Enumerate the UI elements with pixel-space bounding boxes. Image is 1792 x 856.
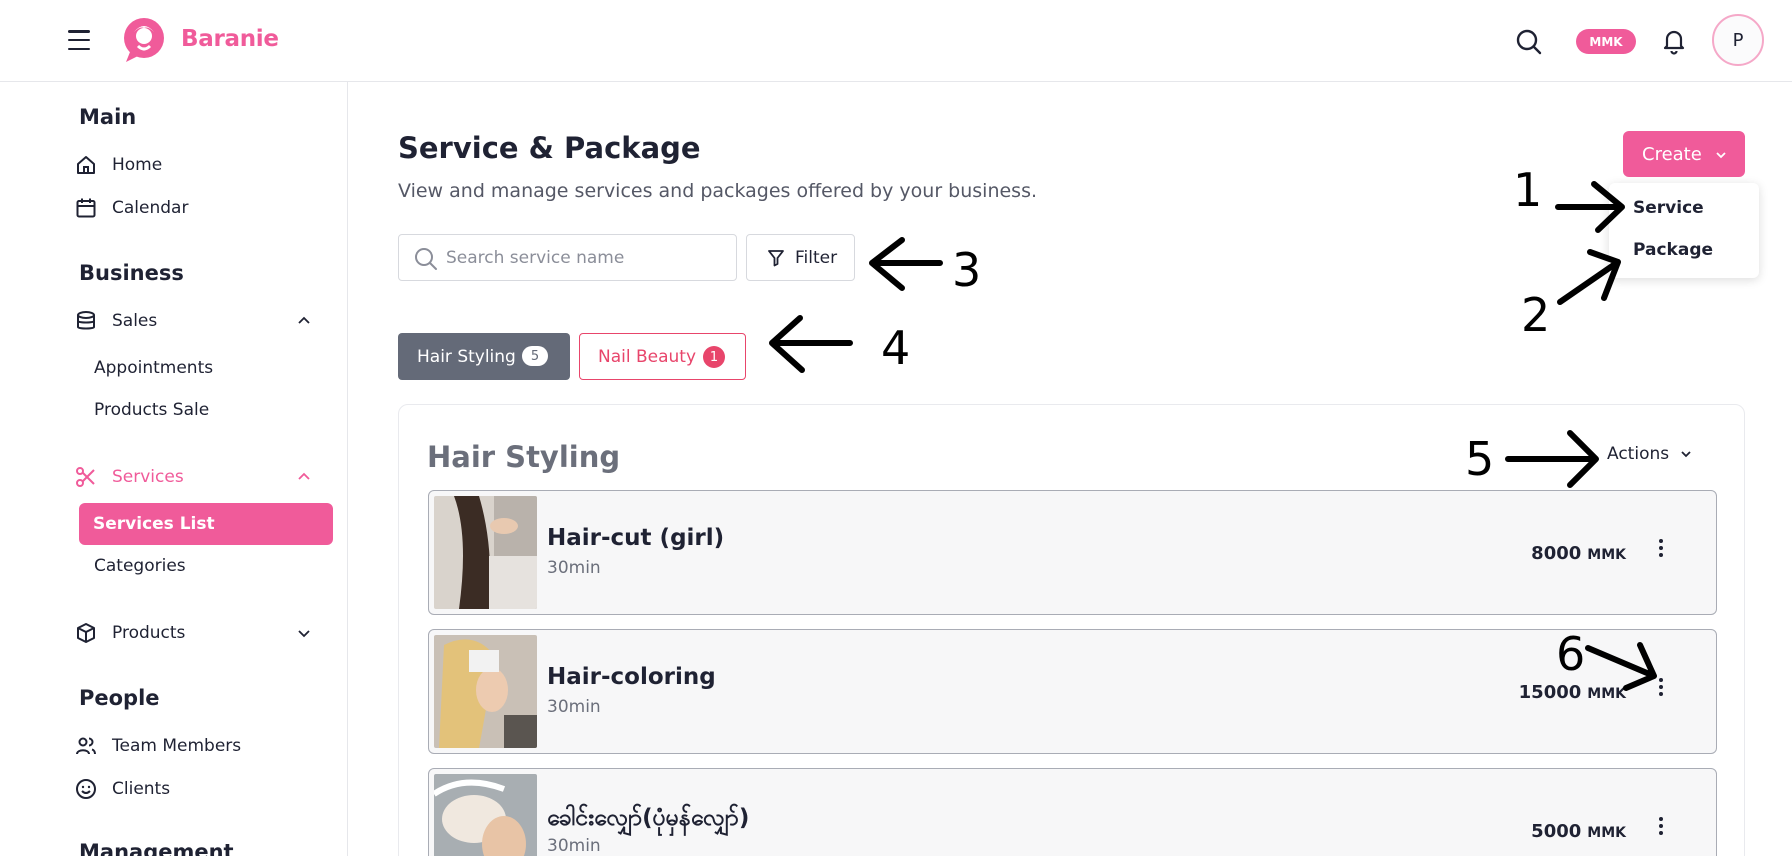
tab-nail-beauty[interactable]: Nail Beauty 1: [579, 333, 746, 380]
service-duration: 30min: [547, 558, 601, 578]
arrow-3: [869, 237, 943, 291]
brand-logo-icon: [124, 18, 164, 62]
annotation-number-2: 2: [1521, 288, 1551, 342]
filter-label: Filter: [795, 247, 838, 268]
chevron-down-icon: [1716, 152, 1726, 159]
service-row[interactable]: Hair-coloring 30min 15000 MMK: [428, 629, 1717, 754]
search-input[interactable]: [446, 245, 726, 271]
sidebar-item-products[interactable]: Products: [74, 618, 310, 648]
service-price: 5000 MMK: [1531, 821, 1626, 842]
search-icon: [415, 248, 437, 270]
avatar[interactable]: P: [1712, 14, 1764, 66]
brand-name: Baranie: [181, 26, 279, 52]
annotation-number-6: 6: [1556, 627, 1586, 681]
price-currency: MMK: [1587, 825, 1626, 841]
sidebar-item-label: Services: [112, 467, 184, 487]
more-options-icon[interactable]: [1654, 536, 1668, 560]
sidebar-section-business: Business: [79, 261, 184, 285]
sidebar-item-categories[interactable]: Categories: [94, 551, 186, 581]
more-options-icon[interactable]: [1654, 675, 1668, 699]
tab-label: Nail Beauty: [598, 346, 697, 367]
service-thumbnail: [434, 635, 537, 748]
service-thumbnail: [434, 774, 537, 856]
sidebar-section-main: Main: [79, 105, 137, 129]
tab-hair-styling[interactable]: Hair Styling 5: [398, 333, 570, 380]
sidebar-item-products-sale[interactable]: Products Sale: [94, 395, 209, 425]
service-row[interactable]: ခေါင်းလျှော်(ပုံမှန်လျှော်) 30min 5000 M…: [428, 768, 1717, 856]
smile-icon: [74, 777, 98, 801]
sidebar-item-sales[interactable]: Sales: [74, 306, 310, 336]
chevron-up-icon: [298, 316, 310, 324]
count-badge: 1: [703, 346, 725, 368]
sidebar-item-label: Calendar: [112, 198, 189, 218]
service-name: ခေါင်းလျှော်(ပုံမှန်လျှော်): [547, 805, 750, 831]
scissors-icon: [74, 465, 98, 489]
menu-item-service[interactable]: Service: [1633, 198, 1704, 218]
arrow-4: [769, 315, 853, 373]
create-button[interactable]: Create: [1623, 131, 1745, 177]
menu-item-package[interactable]: Package: [1633, 240, 1713, 260]
service-name: Hair-coloring: [547, 664, 716, 690]
price-currency: MMK: [1587, 686, 1626, 702]
sidebar-item-label: Clients: [112, 779, 171, 799]
service-price: 15000 MMK: [1519, 682, 1626, 703]
sidebar-item-label: Home: [112, 155, 163, 175]
users-icon: [74, 734, 98, 758]
sidebar-item-label: Products: [112, 623, 186, 643]
page-title: Service & Package: [398, 131, 701, 165]
filter-button[interactable]: Filter: [746, 234, 855, 281]
annotation-number-1: 1: [1513, 163, 1543, 217]
annotation-number-4: 4: [881, 321, 911, 375]
more-options-icon[interactable]: [1654, 814, 1668, 838]
chevron-down-icon: [298, 630, 310, 638]
sidebar-item-label: Sales: [112, 311, 158, 331]
tab-label: Hair Styling: [417, 346, 516, 367]
box-icon: [74, 621, 98, 645]
currency-badge[interactable]: MMK: [1576, 29, 1636, 54]
create-dropdown-menu: Service Package: [1609, 183, 1759, 278]
chevron-down-icon: [1681, 451, 1691, 458]
price-value: 5000: [1531, 821, 1582, 842]
annotation-number-3: 3: [952, 243, 982, 297]
actions-label: Actions: [1607, 444, 1670, 464]
service-row[interactable]: Hair-cut (girl) 30min 8000 MMK: [428, 490, 1717, 615]
service-thumbnail: [434, 496, 537, 609]
actions-dropdown-button[interactable]: Actions: [1607, 444, 1693, 464]
search-icon[interactable]: [1515, 28, 1543, 56]
sidebar-item-services[interactable]: Services: [74, 462, 310, 492]
sidebar-item-services-list[interactable]: Services List: [79, 503, 333, 545]
sidebar-item-appointments[interactable]: Appointments: [94, 353, 213, 383]
sidebar-section-people: People: [79, 686, 160, 710]
category-title: Hair Styling: [427, 440, 621, 474]
sidebar-section-management: Management: [79, 840, 234, 856]
service-duration: 30min: [547, 697, 601, 717]
service-name: Hair-cut (girl): [547, 525, 725, 551]
price-currency: MMK: [1587, 547, 1626, 563]
calendar-icon: [74, 196, 98, 220]
top-header: Baranie MMK P: [0, 0, 1792, 82]
chevron-up-icon: [298, 472, 310, 480]
create-button-label: Create: [1642, 143, 1702, 165]
annotation-number-5: 5: [1465, 432, 1495, 486]
service-price: 8000 MMK: [1531, 543, 1626, 564]
sidebar-item-calendar[interactable]: Calendar: [74, 193, 188, 223]
sidebar-item-label: Team Members: [112, 736, 242, 756]
sidebar-item-team-members[interactable]: Team Members: [74, 731, 241, 761]
sidebar-item-home[interactable]: Home: [74, 150, 162, 180]
database-icon: [74, 309, 98, 333]
search-field[interactable]: [398, 234, 737, 281]
count-badge: 5: [522, 346, 548, 366]
price-value: 8000: [1531, 543, 1582, 564]
menu-icon[interactable]: [68, 30, 90, 50]
price-value: 15000: [1518, 682, 1582, 703]
filter-icon: [768, 249, 784, 266]
home-icon: [74, 153, 98, 177]
service-duration: 30min: [547, 836, 601, 856]
sidebar-item-clients[interactable]: Clients: [74, 774, 170, 804]
bell-icon[interactable]: [1660, 27, 1688, 55]
page-subtitle: View and manage services and packages of…: [398, 180, 1038, 202]
